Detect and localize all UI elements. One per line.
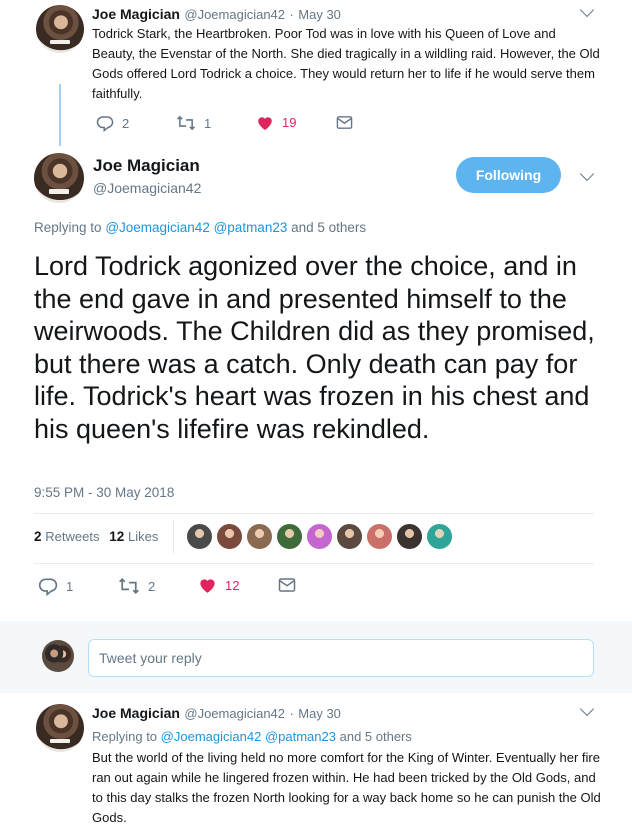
retweet-icon [176, 115, 196, 131]
liker-avatar[interactable] [426, 523, 453, 550]
reply-action[interactable]: 1 [38, 576, 73, 596]
likes-stat[interactable]: 12 Likes [109, 529, 158, 544]
like-count: 12 [225, 577, 240, 593]
replying-prefix: Replying to [34, 220, 102, 235]
reply-icon [96, 116, 114, 132]
tweet-text: Todrick Stark, the Heartbroken. Poor Tod… [92, 26, 600, 101]
author-handle[interactable]: @Joemagician42 [93, 180, 201, 196]
replying-to: Replying to @Joemagician42 @patman23 and… [34, 220, 366, 235]
envelope-icon [278, 578, 296, 592]
retweet-action[interactable]: 1 [176, 114, 211, 132]
replying-to: Replying to @Joemagician42 @patman23 and… [92, 729, 412, 744]
like-action[interactable]: 19 [256, 114, 296, 131]
replying-user-link[interactable]: @Joemagician42 [105, 220, 210, 235]
liker-avatar[interactable] [366, 523, 393, 550]
liker-avatar[interactable] [396, 523, 423, 550]
likes-label: Likes [128, 529, 159, 544]
liker-avatar[interactable] [246, 523, 273, 550]
liker-avatar[interactable] [216, 523, 243, 550]
likes-number: 12 [109, 529, 125, 544]
avatar[interactable] [36, 704, 84, 752]
replying-prefix: Replying to [92, 729, 158, 744]
liker-avatar[interactable] [336, 523, 363, 550]
stats-separator [173, 520, 174, 554]
author-handle[interactable]: @Joemagician42 [184, 7, 285, 22]
liker-avatar[interactable] [306, 523, 333, 550]
avatar[interactable] [34, 153, 84, 203]
divider [34, 563, 594, 564]
avatar [42, 640, 74, 672]
retweets-number: 2 [34, 529, 42, 544]
author-name[interactable]: Joe Magician [93, 156, 200, 176]
retweet-action[interactable]: 2 [118, 576, 155, 596]
replying-user-link[interactable]: @patman23 [214, 220, 288, 235]
chevron-down-icon[interactable] [579, 701, 595, 717]
author-name[interactable]: Joe Magician [92, 6, 180, 22]
tweet-date[interactable]: May 30 [298, 706, 341, 721]
retweet-count: 2 [148, 578, 156, 594]
like-count: 19 [282, 115, 297, 130]
avatar[interactable] [36, 5, 84, 53]
reply-input[interactable]: Tweet your reply [88, 639, 594, 677]
tweet-text: But the world of the living held no more… [92, 750, 601, 825]
divider [34, 513, 594, 514]
reply-action[interactable]: 2 [96, 114, 129, 132]
chevron-down-icon[interactable] [579, 2, 595, 18]
author-name[interactable]: Joe Magician [92, 705, 180, 721]
replying-user-link[interactable]: @patman23 [265, 729, 336, 744]
dot-separator: · [289, 706, 294, 721]
envelope-icon [336, 116, 353, 129]
replying-suffix[interactable]: and 5 others [340, 729, 412, 744]
reply-icon [38, 578, 58, 596]
tweet-timestamp[interactable]: 9:55 PM - 30 May 2018 [34, 485, 174, 500]
heart-icon [200, 579, 215, 593]
tweet-text: Lord Todrick agonized over the choice, a… [34, 251, 595, 444]
replying-user-link[interactable]: @Joemagician42 [161, 729, 262, 744]
dot-separator: · [289, 7, 294, 22]
heart-icon [258, 117, 272, 130]
chevron-down-icon[interactable] [579, 166, 595, 182]
liker-avatar[interactable] [276, 523, 303, 550]
replying-suffix[interactable]: and 5 others [291, 220, 366, 235]
retweet-count: 1 [204, 115, 212, 131]
like-action[interactable]: 12 [198, 576, 239, 594]
tweet-stats: 2 Retweets 12 Likes [34, 529, 158, 544]
following-button[interactable]: Following [456, 157, 561, 193]
dm-action[interactable] [336, 115, 353, 130]
likers-avatars [186, 523, 453, 550]
reply-count: 1 [66, 578, 74, 594]
retweets-stat[interactable]: 2 Retweets [34, 529, 103, 544]
tweet-date[interactable]: May 30 [298, 7, 341, 22]
dm-action[interactable] [278, 577, 296, 593]
retweets-label: Retweets [45, 529, 100, 544]
thread-line [59, 84, 61, 146]
liker-avatar[interactable] [186, 523, 213, 550]
retweet-icon [119, 578, 139, 594]
reply-count: 2 [122, 115, 130, 131]
author-handle[interactable]: @Joemagician42 [184, 706, 285, 721]
